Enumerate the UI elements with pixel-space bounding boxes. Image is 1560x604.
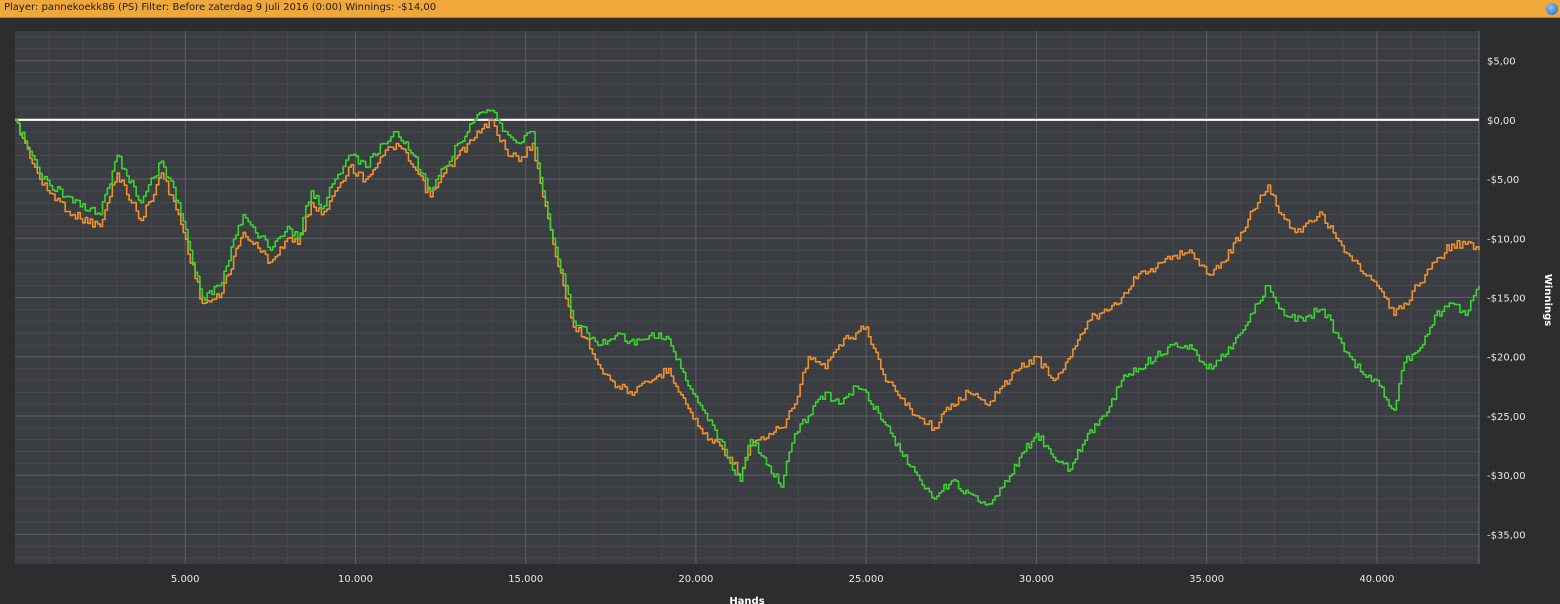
y-tick-label: -$5,00 xyxy=(1487,175,1519,186)
x-tick-label: 20.000 xyxy=(678,574,713,585)
x-tick-label: 5.000 xyxy=(171,574,200,585)
x-tick-label: 35.000 xyxy=(1189,574,1224,585)
y-tick-label: -$10,00 xyxy=(1487,234,1526,245)
winnings-chart: 5.000 10.000 15.000 20.000 25.000 30.000 35.00… xyxy=(15,31,1553,604)
pin-icon[interactable] xyxy=(1546,3,1558,15)
y-tick-label: -$15,00 xyxy=(1487,294,1526,305)
x-tick-label: 30.000 xyxy=(1019,574,1054,585)
y-axis-ticks: $5,00 $0,00 -$5,00 -$10,00 -$15,00 -$20,00 -$2… xyxy=(1487,57,1526,542)
y-axis-label: Winnings xyxy=(1542,274,1553,326)
x-tick-label: 15.000 xyxy=(508,574,543,585)
x-axis-label: Hands xyxy=(729,596,764,604)
y-tick-label: -$35,00 xyxy=(1487,530,1526,541)
y-tick-label: -$25,00 xyxy=(1487,412,1526,423)
chart-header-bar: Player: pannekoekk86 (PS) Filter: Before… xyxy=(0,0,1560,18)
y-tick-label: -$20,00 xyxy=(1487,353,1526,364)
y-tick-label: $5,00 xyxy=(1487,57,1516,68)
x-tick-label: 25.000 xyxy=(849,574,884,585)
x-tick-label: 40.000 xyxy=(1359,574,1394,585)
x-axis-ticks: 5.000 10.000 15.000 20.000 25.000 30.000 35.00… xyxy=(171,574,1394,585)
y-tick-label: $0,00 xyxy=(1487,116,1516,127)
chart-header-title: Player: pannekoekk86 (PS) Filter: Before… xyxy=(4,2,437,13)
x-tick-label: 10.000 xyxy=(338,574,373,585)
y-tick-label: -$30,00 xyxy=(1487,471,1526,482)
